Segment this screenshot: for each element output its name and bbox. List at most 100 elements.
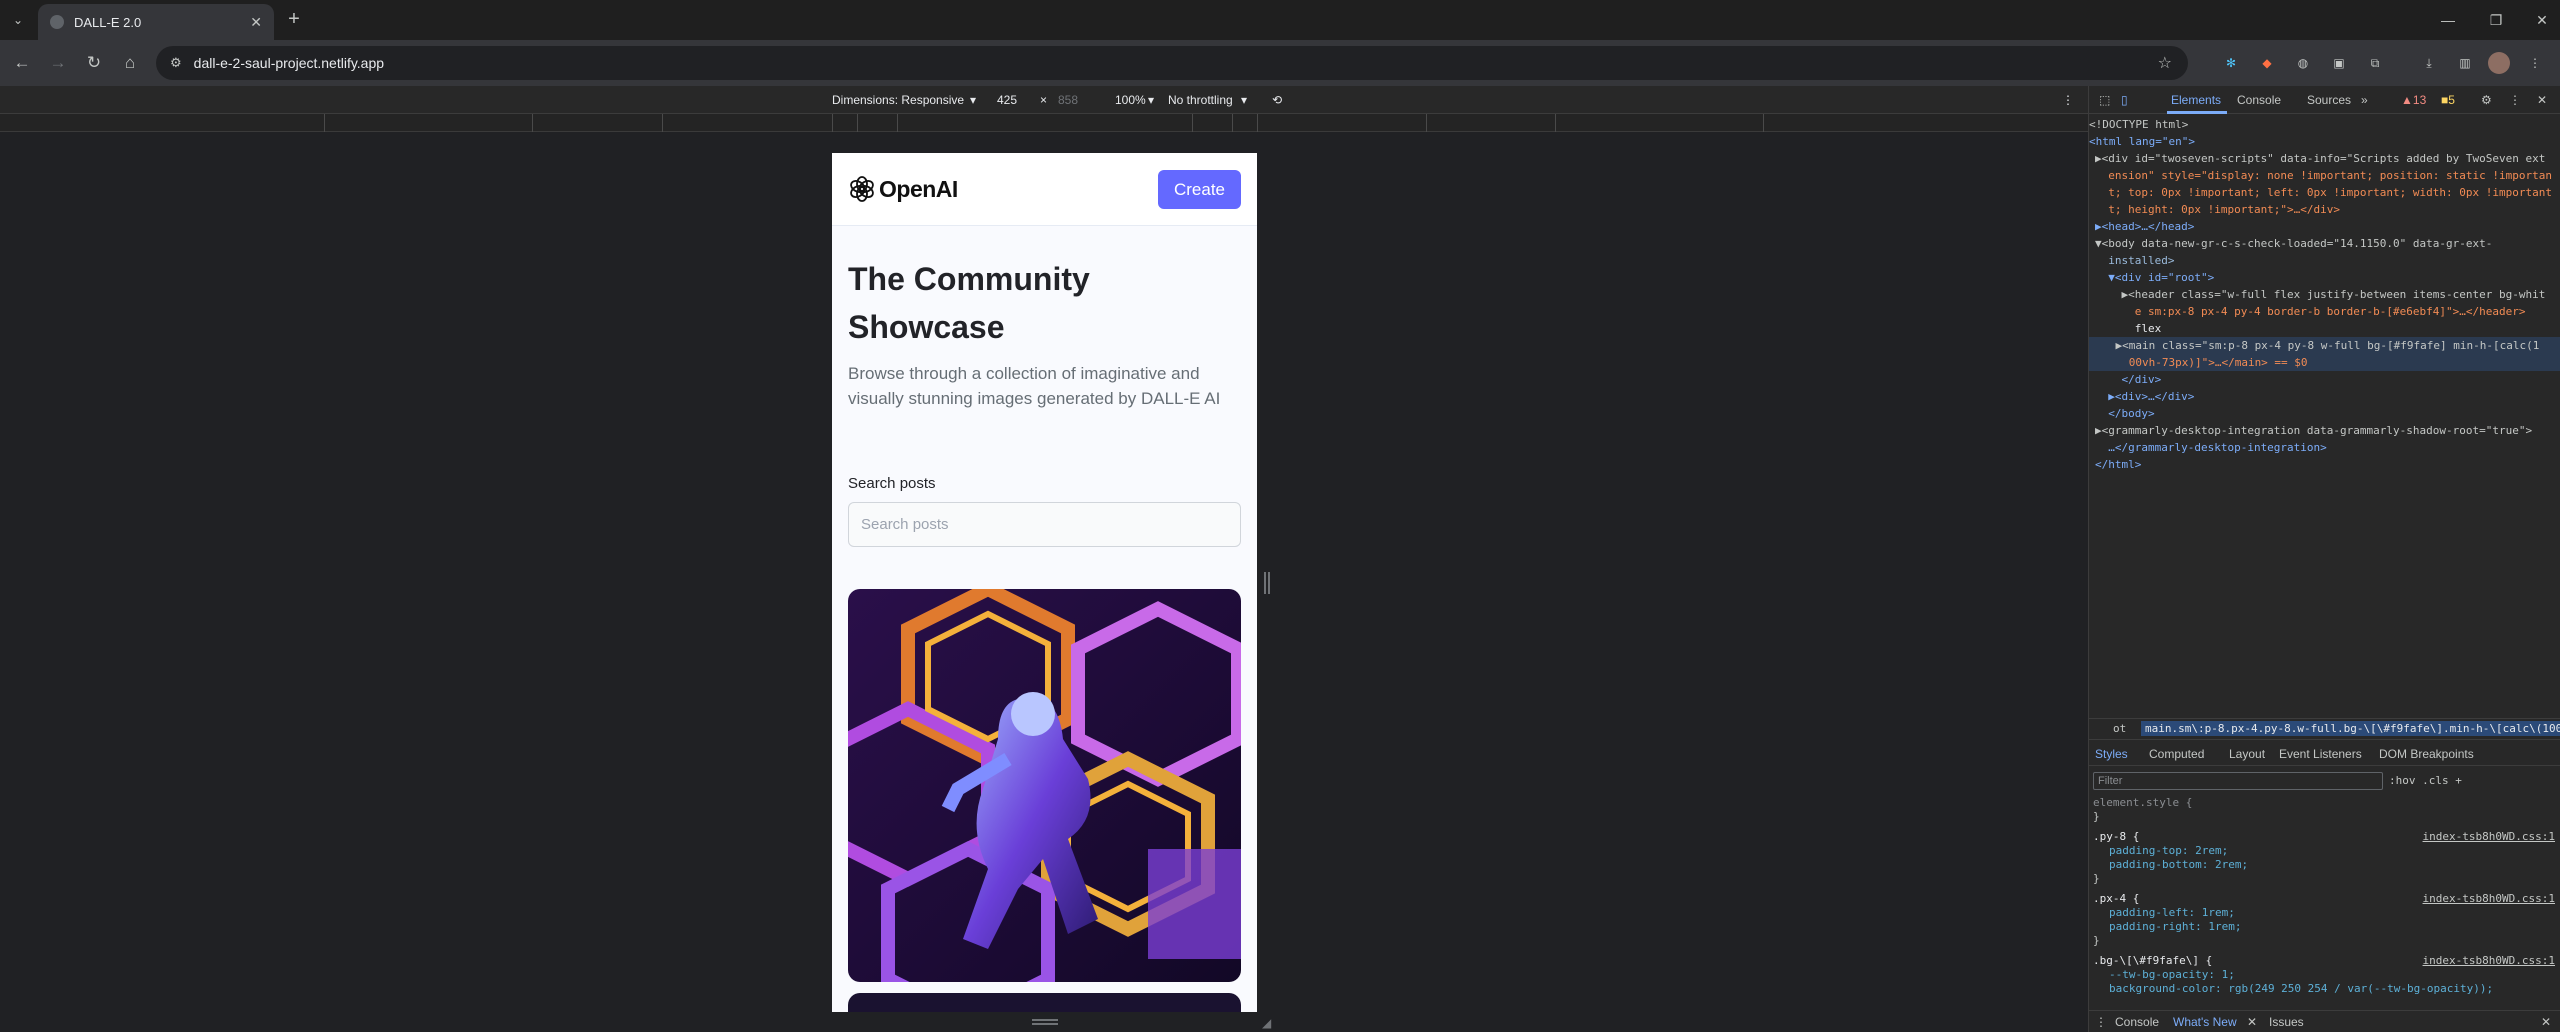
drawer-tab-whats-new[interactable]: What's New	[2173, 1015, 2237, 1029]
style-prop[interactable]: padding-left: 1rem;	[2109, 906, 2235, 920]
tab-sources[interactable]: Sources	[2307, 93, 2351, 107]
more-options-icon[interactable]: ⋮	[2062, 93, 2074, 107]
style-prop[interactable]: background-color: rgb(249 250 254 / var(…	[2109, 982, 2493, 996]
dom-line[interactable]: …</grammarly-desktop-integration>	[2095, 439, 2560, 456]
chevron-down-icon: ▾	[970, 93, 977, 107]
image-card[interactable]	[848, 589, 1241, 982]
extensions-puzzle-icon[interactable]: ⧉	[2364, 52, 2386, 74]
style-prop[interactable]: --tw-bg-opacity: 1;	[2109, 968, 2235, 982]
tab-search-icon[interactable]: ⌄	[6, 8, 30, 32]
tab-dom-breakpoints[interactable]: DOM Breakpoints	[2379, 747, 2474, 761]
drawer-tab-issues[interactable]: Issues	[2269, 1015, 2304, 1029]
dom-line[interactable]: ▼<body data-new-gr-c-s-check-loaded="14.…	[2095, 235, 2560, 252]
search-label: Search posts	[848, 475, 936, 492]
inspect-icon[interactable]: ⬚	[2099, 93, 2110, 107]
tab-layout[interactable]: Layout	[2229, 747, 2265, 761]
dom-line[interactable]: </html>	[2095, 456, 2560, 473]
extension-icon[interactable]: ◆	[2256, 52, 2278, 74]
warnings-badge[interactable]: ■5	[2441, 93, 2455, 107]
dom-line[interactable]: ension" style="display: none !important;…	[2095, 167, 2560, 184]
avatar[interactable]	[2488, 52, 2510, 74]
new-tab-button[interactable]: +	[282, 8, 306, 32]
height-input[interactable]: 858	[1058, 93, 1078, 107]
dom-line[interactable]: <html lang="en">	[2089, 133, 2560, 150]
more-tabs-icon[interactable]: »	[2361, 93, 2368, 107]
bookmark-star-icon[interactable]: ☆	[2158, 53, 2172, 73]
dom-tree[interactable]: <!DOCTYPE html> <html lang="en"> ▶<div i…	[2089, 116, 2560, 716]
close-drawer-icon[interactable]: ✕	[2541, 1015, 2551, 1029]
resize-handle-vertical[interactable]	[1264, 572, 1270, 594]
generated-image	[848, 589, 1241, 982]
styles-filter-input[interactable]: Filter	[2093, 772, 2383, 790]
reload-button[interactable]: ↻	[82, 51, 106, 75]
menu-icon[interactable]: ⋮	[2524, 52, 2546, 74]
download-icon[interactable]: ⤓	[2418, 52, 2440, 74]
rotate-icon[interactable]: ⟲	[1272, 93, 1282, 107]
style-prop[interactable]: padding-top: 2rem;	[2109, 844, 2228, 858]
throttling-select[interactable]: No throttling	[1168, 93, 1233, 107]
extension-icon[interactable]: ◍	[2292, 52, 2314, 74]
dom-line[interactable]: installed>	[2095, 252, 2560, 269]
image-card[interactable]	[848, 993, 1241, 1012]
drawer-close-icon[interactable]: ✕	[2247, 1015, 2257, 1029]
restore-button[interactable]: ❐	[2484, 8, 2508, 32]
flex-badge[interactable]: flex	[2095, 320, 2560, 337]
breadcrumb-prev[interactable]: ot	[2113, 722, 2126, 735]
side-panel-icon[interactable]: ▥	[2454, 52, 2476, 74]
settings-gear-icon[interactable]: ⚙	[2481, 93, 2492, 107]
tab-elements[interactable]: Elements	[2171, 93, 2221, 107]
create-button[interactable]: Create	[1158, 170, 1241, 209]
tab-console[interactable]: Console	[2237, 93, 2281, 107]
dom-line[interactable]: ▶<div>…</div>	[2095, 388, 2560, 405]
dom-line[interactable]: ▼<div id="root">	[2095, 269, 2560, 286]
tab-computed[interactable]: Computed	[2149, 747, 2204, 761]
more-options-icon[interactable]: ⋮	[2509, 93, 2521, 107]
browser-tab[interactable]: DALL-E 2.0 ✕	[38, 4, 274, 40]
tab-close-icon[interactable]: ✕	[250, 14, 262, 31]
forward-button[interactable]: →	[46, 51, 70, 75]
zoom-select[interactable]: 100%	[1115, 93, 1146, 107]
home-button[interactable]: ⌂	[118, 51, 142, 75]
dom-line[interactable]: </div>	[2095, 371, 2560, 388]
extension-icon[interactable]: ▣	[2328, 52, 2350, 74]
style-prop[interactable]: padding-bottom: 2rem;	[2109, 858, 2248, 872]
tab-event-listeners[interactable]: Event Listeners	[2279, 747, 2362, 761]
back-button[interactable]: ←	[10, 51, 34, 75]
url-text: dall-e-2-saul-project.netlify.app	[193, 55, 385, 71]
resize-handle-horizontal[interactable]	[1032, 1019, 1058, 1025]
dom-line[interactable]: <!DOCTYPE html>	[2089, 116, 2560, 133]
close-devtools-icon[interactable]: ✕	[2537, 93, 2547, 107]
device-toggle-icon[interactable]: ▯	[2121, 93, 2128, 107]
site-info-icon[interactable]: ⚙	[170, 55, 182, 71]
media-query-ruler[interactable]	[0, 114, 2088, 132]
dom-line[interactable]: ▶<grammarly-desktop-integration data-gra…	[2095, 422, 2560, 439]
dom-line[interactable]: ▶<header class="w-full flex justify-betw…	[2095, 286, 2560, 303]
drawer-menu-icon[interactable]: ⋮	[2095, 1015, 2107, 1029]
drawer-tab-console[interactable]: Console	[2115, 1015, 2159, 1029]
style-prop[interactable]: padding-right: 1rem;	[2109, 920, 2241, 934]
tab-styles[interactable]: Styles	[2095, 747, 2128, 761]
close-window-button[interactable]: ✕	[2530, 8, 2554, 32]
dom-line[interactable]: </body>	[2095, 405, 2560, 422]
styles-filter-options[interactable]: :hov .cls +	[2389, 774, 2462, 787]
search-input[interactable]	[848, 502, 1241, 547]
dom-line-selected[interactable]: 00vh-73px)]">…</main> == $0	[2089, 354, 2560, 371]
dom-line[interactable]: t; top: 0px !important; left: 0px !impor…	[2095, 184, 2560, 201]
width-input[interactable]: 425	[997, 93, 1017, 107]
dom-line[interactable]: e sm:px-8 px-4 py-4 border-b border-b-[#…	[2095, 303, 2560, 320]
minimize-button[interactable]: —	[2436, 8, 2460, 32]
style-source-link[interactable]: index-tsb8h0WD.css:1	[2423, 892, 2555, 906]
logo[interactable]: OpenAI	[848, 175, 958, 203]
errors-badge[interactable]: ▲13	[2401, 93, 2426, 107]
dom-line[interactable]: ▶<div id="twoseven-scripts" data-info="S…	[2095, 150, 2560, 167]
extension-icon[interactable]: ✻	[2220, 52, 2242, 74]
style-source-link[interactable]: index-tsb8h0WD.css:1	[2423, 954, 2555, 968]
dom-line-selected[interactable]: ▶<main class="sm:p-8 px-4 py-8 w-full bg…	[2089, 337, 2560, 354]
dom-line[interactable]: ▶<head>…</head>	[2095, 218, 2560, 235]
dimensions-select[interactable]: Dimensions: Responsive	[832, 93, 964, 107]
address-bar[interactable]: ⚙ dall-e-2-saul-project.netlify.app ☆	[156, 46, 2188, 80]
resize-corner-icon[interactable]: ◢	[1262, 1016, 1271, 1030]
style-source-link[interactable]: index-tsb8h0WD.css:1	[2423, 830, 2555, 844]
breadcrumb-current[interactable]: main.sm\:p-8.px-4.py-8.w-full.bg-\[\#f9f…	[2141, 721, 2560, 736]
dom-line[interactable]: t; height: 0px !important;">…</div>	[2095, 201, 2560, 218]
